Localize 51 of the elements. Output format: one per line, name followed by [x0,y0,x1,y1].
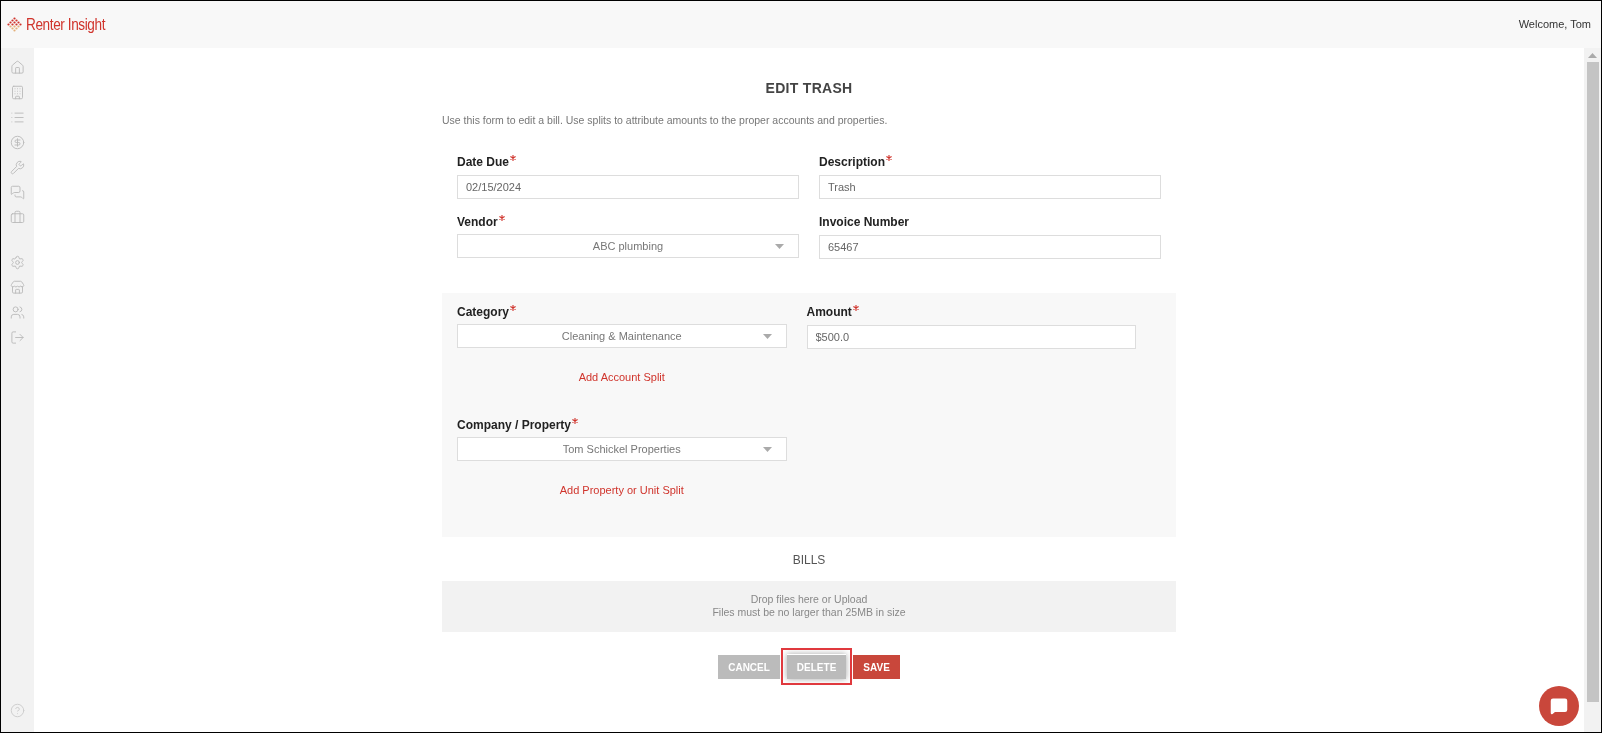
action-button[interactable]: SAVE [853,655,900,680]
field-label: Company / Property [457,416,572,434]
size-limit-text: Files must be no larger than 25MB in size [712,606,906,620]
field-label: Vendor [457,213,498,231]
welcome-text: Welcome, Tom [1518,17,1591,33]
input-field[interactable]: $500.0 [806,324,1136,349]
chat-icon [1550,697,1568,715]
input-field[interactable]: 02/15/2024 [457,174,799,199]
caret-icon [775,243,784,249]
required-asterisk-icon [852,304,859,311]
intro-text: Use this form to edit a bill. Use splits to attribute amounts to the proper accounts and properties. [442,113,889,128]
scroll-up-arrow-icon[interactable] [1588,53,1597,58]
chat-icon[interactable] [10,185,25,200]
section-heading: BILLS [791,551,827,569]
tools-icon[interactable] [10,160,25,175]
field-label: Date Due [457,153,509,171]
chat-button[interactable] [1539,686,1579,726]
store-icon[interactable] [10,280,25,295]
help-icon[interactable] [10,703,25,718]
required-asterisk-icon [510,304,516,311]
add-split-link[interactable]: Add Account Split [578,370,665,383]
field-label: Category [457,303,509,321]
input-field[interactable]: Trash [819,174,1161,199]
caret-icon [762,446,772,452]
briefcase-icon[interactable] [10,210,25,225]
home-icon[interactable] [10,60,25,75]
field-label: Amount [806,303,852,321]
scrollbar-thumb[interactable] [1586,62,1599,702]
drop-text: Drop files here or Upload [750,593,868,607]
caret-icon [762,333,772,339]
list-icon[interactable] [10,110,25,125]
page-title: EDIT TRASH [764,79,854,98]
dollar-icon[interactable] [10,135,25,150]
brand-name[interactable]: Renter Insight [26,11,106,38]
select-field[interactable]: Tom Schickel Properties [457,436,787,461]
logout-icon[interactable] [10,330,25,345]
input-field[interactable]: 65467 [819,234,1161,259]
field-label: Description [819,153,885,171]
users-icon[interactable] [10,305,25,320]
required-asterisk-icon [572,417,579,424]
required-asterisk-icon [498,214,505,221]
required-asterisk-icon [886,154,892,161]
field-label: Invoice Number [819,213,910,231]
logo-icon [7,16,23,33]
file-drop-zone[interactable]: Drop files here or Upload Files must be no larger than 25MB in size [442,580,1176,632]
building-icon[interactable] [10,85,25,100]
select-field[interactable]: ABC plumbing [457,233,799,258]
add-split-link[interactable]: Add Property or Unit Split [559,483,684,496]
required-asterisk-icon [510,154,516,161]
settings-icon[interactable] [10,255,25,270]
select-field[interactable]: Cleaning & Maintenance [457,323,787,348]
